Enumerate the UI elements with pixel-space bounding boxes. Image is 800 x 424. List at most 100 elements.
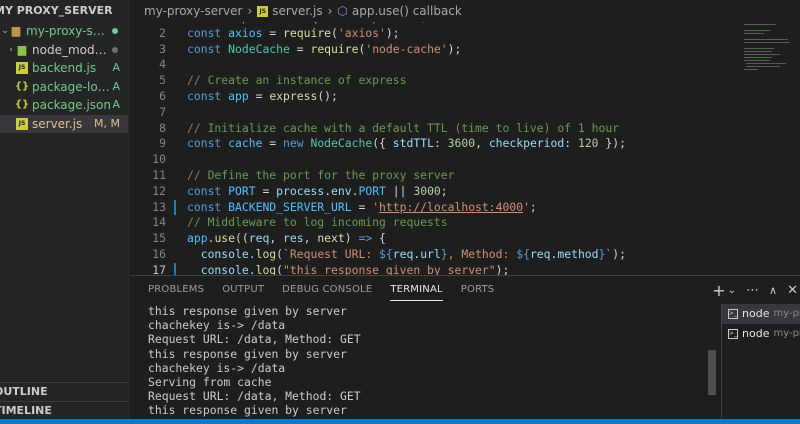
explorer-header[interactable]: MY PROXY_SERVER (0, 0, 128, 22)
terminal-folder: my-pr... (773, 308, 800, 319)
node-folder-icon: ▆ (17, 42, 27, 56)
breadcrumb-file[interactable]: server.js (272, 4, 322, 18)
code-line: 10 (130, 152, 740, 168)
folder-icon: ▆ (11, 24, 21, 37)
tab-terminal[interactable]: TERMINAL (390, 276, 444, 304)
minimap-line (744, 54, 780, 55)
line-number: 9 (159, 136, 166, 151)
minimap-line (744, 60, 770, 61)
terminal-line: Request URL: /data, Method: GET (148, 389, 361, 404)
minimap-line (744, 30, 770, 31)
chevron-right-icon: › (247, 4, 253, 18)
terminal-line: this response given by server (148, 403, 347, 418)
tree-item-node-modules[interactable]: › ▆ node_modules (0, 41, 128, 60)
javascript-file-icon: JS (257, 5, 269, 17)
terminal-instance[interactable]: >_ node my-pr... (722, 324, 800, 344)
tree-item-my-proxy-server[interactable]: ⌄ ▆ my-proxy-server (0, 22, 128, 41)
code-line: 9 const cache = new NodeCache({ stdTTL: 3… (130, 136, 740, 152)
line-number: 5 (159, 73, 166, 88)
minimap-line (744, 24, 776, 25)
tab-ports[interactable]: PORTS (461, 276, 495, 304)
tree-item-package-json[interactable]: {} package.json A (0, 96, 128, 115)
code-editor[interactable]: my-proxy-server › JS server.js › ⬡ app.u… (130, 0, 800, 275)
line-number: 14 (152, 215, 166, 230)
tree-item-label: package.json (32, 98, 112, 112)
code-line: 8// Initialize cache with a default TTL … (130, 121, 740, 137)
status-bar[interactable] (0, 419, 800, 424)
code-line: 12 const PORT = process.env.PORT || 3000; (130, 184, 740, 200)
modified-dot-icon (112, 46, 118, 53)
json-file-icon: {} (14, 80, 30, 92)
tree-item-package-lock-json[interactable]: {} package-lock.j... A (0, 78, 128, 97)
code-line: 11// Define the port for the proxy serve… (130, 168, 740, 184)
terminal-name: node (742, 327, 770, 340)
git-status-badge: A (112, 79, 120, 93)
git-status-badge: M, M (94, 116, 120, 130)
code-lines[interactable]: 1const express = require('express'); 2co… (130, 10, 740, 275)
outline-section[interactable]: OUTLINE (0, 382, 128, 400)
breadcrumb-folder[interactable]: my-proxy-server (144, 4, 242, 18)
tree-item-label: my-proxy-server (26, 24, 112, 38)
terminal-output[interactable]: this response given by server chachekey … (148, 304, 710, 418)
json-file-icon: {} (14, 99, 30, 110)
tab-output[interactable]: OUTPUT (222, 276, 264, 304)
terminal-icon: >_ (728, 329, 739, 339)
chevron-down-icon: ⌄ (1, 26, 9, 36)
line-number: 17 (152, 262, 166, 275)
line-number: 12 (152, 183, 166, 198)
tab-debug-console[interactable]: DEBUG CONSOLE (282, 276, 372, 304)
minimap-line (744, 69, 758, 70)
terminal-name: node (742, 307, 770, 320)
minimap-line (744, 39, 788, 40)
tree-item-backend-js[interactable]: JS backend.js A (0, 59, 128, 78)
chevron-down-icon[interactable]: ⌄ (728, 285, 736, 296)
code-line: 5// Create an instance of express (130, 73, 740, 89)
line-number: 13 (152, 199, 166, 214)
terminal-line: this response given by server (148, 346, 347, 361)
breadcrumb: my-proxy-server › JS server.js › ⬡ app.u… (130, 0, 800, 22)
line-number: 3 (159, 41, 166, 56)
code-line: 15 app.use((req, res, next) => { (130, 231, 740, 247)
terminal-line: Serving from cache (148, 374, 272, 389)
modified-dot-icon (112, 28, 118, 35)
code-line: 7 (130, 105, 740, 121)
chevron-up-icon[interactable]: ∧ (769, 284, 777, 297)
tab-problems[interactable]: PROBLEMS (148, 276, 204, 304)
javascript-file-icon: JS (16, 62, 28, 75)
tree-item-server-js[interactable]: JS server.js M, M (0, 114, 128, 133)
terminal-line: this response given by server (148, 304, 347, 318)
line-number: 7 (159, 104, 166, 119)
panel-tabs: PROBLEMS OUTPUT DEBUG CONSOLE TERMINAL P… (130, 276, 800, 304)
code-line: 17 console.log("this response given by s… (130, 262, 740, 275)
line-number: 10 (152, 152, 166, 167)
minimap-line (744, 48, 774, 49)
minimap-line (744, 57, 772, 58)
terminal-instance[interactable]: >_ node my-pr... (722, 304, 800, 324)
terminal-scrollbar[interactable] (708, 350, 716, 395)
minimap[interactable] (740, 0, 800, 275)
chevron-right-icon: › (9, 44, 13, 55)
bottom-panel: PROBLEMS OUTPUT DEBUG CONSOLE TERMINAL P… (130, 275, 800, 420)
terminal-list: >_ node my-pr... >_ node my-pr... (721, 304, 800, 420)
code-line: 4 (130, 57, 740, 73)
method-cube-icon: ⬡ (337, 4, 348, 18)
plus-icon[interactable]: + (712, 281, 725, 300)
panel-actions: + ⌄ ⋯ ∧ ✕ (712, 276, 800, 304)
line-number: 11 (152, 167, 166, 182)
code-line: 2 const axios = require('axios'); (130, 26, 740, 42)
code-line: 13 const BACKEND_SERVER_URL = 'http://loc… (130, 199, 740, 216)
line-number: 6 (159, 88, 166, 103)
line-number: 8 (159, 120, 166, 135)
terminal-line: chachekey is-> /data (148, 360, 286, 375)
more-icon[interactable]: ⋯ (746, 283, 759, 298)
line-number: 15 (152, 231, 166, 246)
minimap-line (746, 63, 786, 64)
chevron-right-icon: › (327, 4, 333, 18)
code-line: 3 const NodeCache = require('node-cache')… (130, 42, 740, 58)
close-icon[interactable]: ✕ (787, 283, 798, 298)
minimap-line (744, 42, 790, 43)
timeline-section[interactable]: TIMELINE (0, 401, 128, 419)
breadcrumb-symbol[interactable]: app.use() callback (352, 4, 462, 18)
code-line: 6 const app = express(); (130, 89, 740, 105)
code-line: 16 console.log(`Request URL: ${req.url},… (130, 247, 740, 263)
